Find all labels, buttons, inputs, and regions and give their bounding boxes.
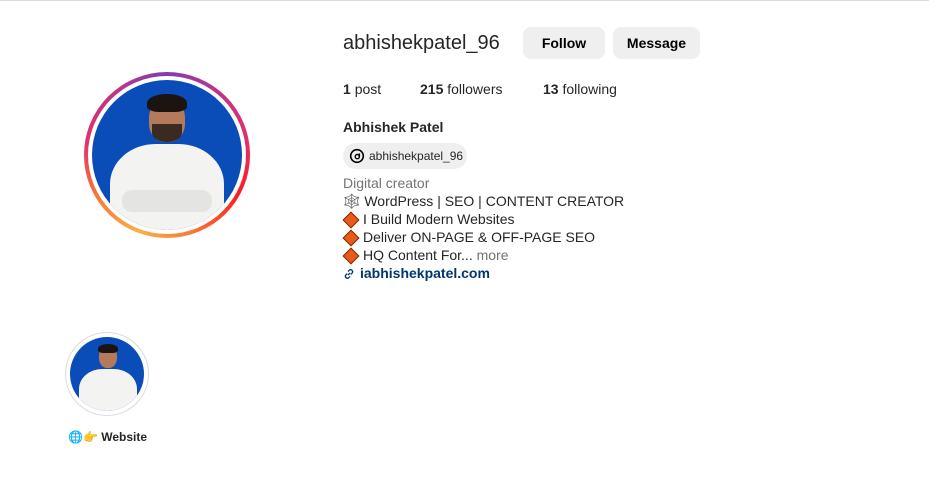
posts-count-stat: 1 post	[343, 81, 381, 97]
person-shirt	[110, 144, 224, 230]
globe-pointing-emoji-icon: 🌐👉	[68, 430, 98, 444]
person-beard	[152, 124, 182, 142]
bio-text-1: WordPress | SEO | CONTENT CREATOR	[364, 193, 625, 209]
avatar-photo	[92, 80, 242, 230]
website-link[interactable]: iabhishekpatel.com	[343, 265, 490, 281]
highlight-label[interactable]: 🌐👉 Website	[68, 430, 147, 444]
profile-full-name: Abhishek Patel	[343, 119, 444, 135]
highlight-cover	[70, 337, 144, 411]
highlight-label-text: Website	[101, 430, 148, 444]
bio-line-2: I Build Modern Websites	[342, 211, 515, 229]
profile-category: Digital creator	[343, 175, 430, 191]
bio-line-3: Deliver ON-PAGE & OFF-PAGE SEO	[342, 229, 596, 247]
threads-handle: abhishekpatel_96	[369, 149, 464, 163]
following-count: 13	[543, 81, 559, 97]
bio-text-4: HQ Content For...	[363, 247, 473, 263]
website-link-text: iabhishekpatel.com	[360, 265, 490, 281]
threads-icon	[349, 148, 365, 164]
web-emoji-icon: 🕸️	[343, 193, 361, 209]
highlight-person-shirt	[79, 369, 137, 411]
posts-count: 1	[343, 81, 351, 97]
posts-label: post	[354, 81, 382, 97]
following-label: following	[562, 81, 617, 97]
avatar-ring-gap	[88, 76, 246, 234]
person-arms	[122, 190, 212, 212]
follow-button[interactable]: Follow	[523, 27, 605, 59]
orange-diamond-icon	[342, 229, 360, 247]
bio-more-link[interactable]: more	[477, 247, 509, 263]
story-highlight-website[interactable]	[65, 332, 149, 416]
bio-line-1: 🕸️ WordPress | SEO | CONTENT CREATOR	[343, 193, 624, 210]
threads-badge[interactable]: abhishekpatel_96	[343, 143, 467, 169]
profile-avatar[interactable]	[84, 72, 250, 238]
followers-stat[interactable]: 215 followers	[420, 81, 503, 97]
following-stat[interactable]: 13 following	[543, 81, 617, 97]
link-icon	[344, 269, 354, 279]
profile-username: abhishekpatel_96	[343, 32, 500, 54]
followers-label: followers	[447, 81, 503, 97]
bio-text-3: Deliver ON-PAGE & OFF-PAGE SEO	[363, 229, 596, 245]
person-hair	[147, 94, 187, 112]
bio-text-2: I Build Modern Websites	[363, 211, 515, 227]
top-divider	[0, 0, 929, 1]
highlight-person-hair	[98, 344, 118, 353]
bio-line-4: HQ Content For... more	[342, 247, 509, 265]
message-button[interactable]: Message	[613, 27, 700, 59]
followers-count: 215	[420, 81, 444, 97]
orange-diamond-icon	[342, 247, 360, 265]
orange-diamond-icon	[342, 211, 360, 229]
